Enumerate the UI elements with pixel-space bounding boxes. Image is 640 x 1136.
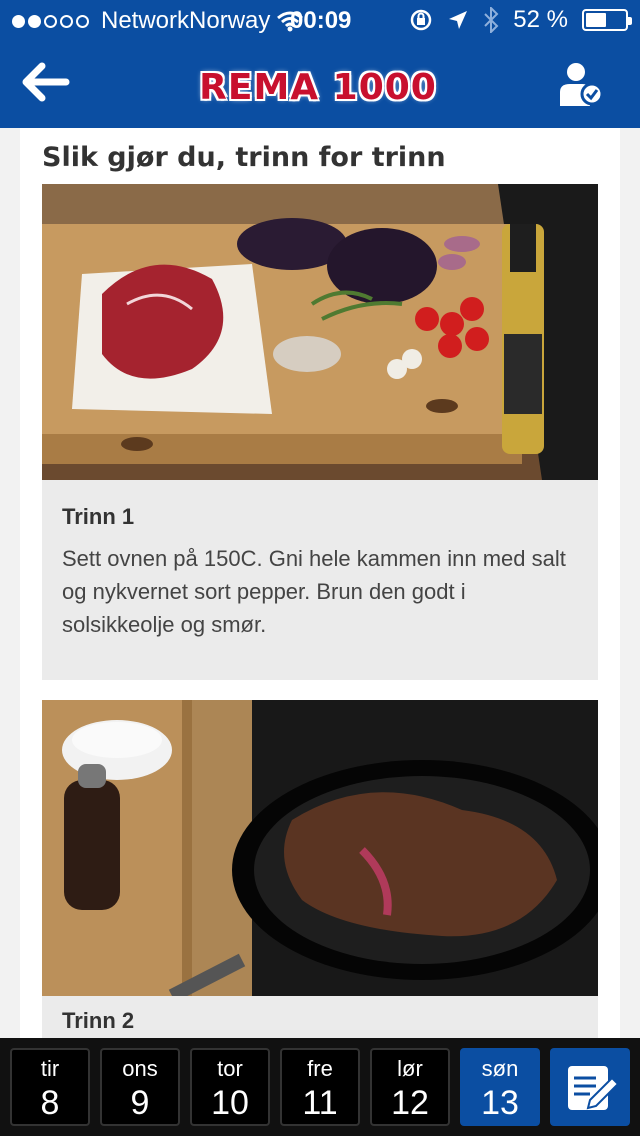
top-bar: NetworkNorway 00:09 52 % REMA 1000: [0, 0, 640, 128]
shopping-list-edit-icon: [568, 1066, 620, 1110]
tab-day-lor[interactable]: lør 12: [370, 1048, 450, 1126]
status-left: NetworkNorway: [12, 7, 304, 35]
user-button[interactable]: [556, 60, 604, 108]
step-2-label: Trinn 2: [62, 1008, 135, 1033]
recipe-card: Slik gjør du, trinn for trinn Trinn 1 Se…: [20, 128, 620, 1038]
status-right: 52 %: [409, 6, 632, 34]
day-tab-bar: tir 8 ons 9 tor 10 fre 11 lør 12 søn 13: [0, 1038, 640, 1136]
back-arrow-icon: [22, 62, 70, 102]
step-2-box: Trinn 2: [42, 996, 598, 1038]
bluetooth-icon: [484, 7, 499, 33]
back-button[interactable]: [18, 60, 72, 104]
step-1-image: [42, 184, 598, 480]
status-bar: NetworkNorway 00:09 52 %: [0, 0, 640, 40]
carrier-name: NetworkNorway: [101, 7, 271, 34]
tab-day-ons[interactable]: ons 9: [100, 1048, 180, 1126]
tab-day-tor[interactable]: tor 10: [190, 1048, 270, 1126]
navigation-bar: REMA 1000: [0, 40, 640, 128]
battery-percentage: 52 %: [513, 6, 568, 33]
step-2-image: [42, 700, 598, 996]
step-1-box: Trinn 1 Sett ovnen på 150C. Gni hele kam…: [42, 480, 598, 680]
rema-logo: REMA 1000: [199, 66, 437, 108]
signal-strength-icon: [12, 14, 89, 28]
step-1-label: Trinn 1: [62, 504, 135, 529]
shopping-list-button[interactable]: [550, 1048, 630, 1126]
section-title: Slik gjør du, trinn for trinn: [42, 142, 446, 173]
user-check-icon: [560, 63, 604, 106]
tab-day-fre[interactable]: fre 11: [280, 1048, 360, 1126]
clock: 00:09: [290, 7, 352, 34]
tab-day-son[interactable]: søn 13: [460, 1048, 540, 1126]
location-arrow-icon: [449, 11, 468, 29]
battery-icon: [582, 9, 632, 31]
rotation-lock-icon: [411, 9, 432, 31]
tab-day-tir[interactable]: tir 8: [10, 1048, 90, 1126]
step-1-text: Sett ovnen på 150C. Gni hele kammen inn …: [62, 546, 566, 637]
